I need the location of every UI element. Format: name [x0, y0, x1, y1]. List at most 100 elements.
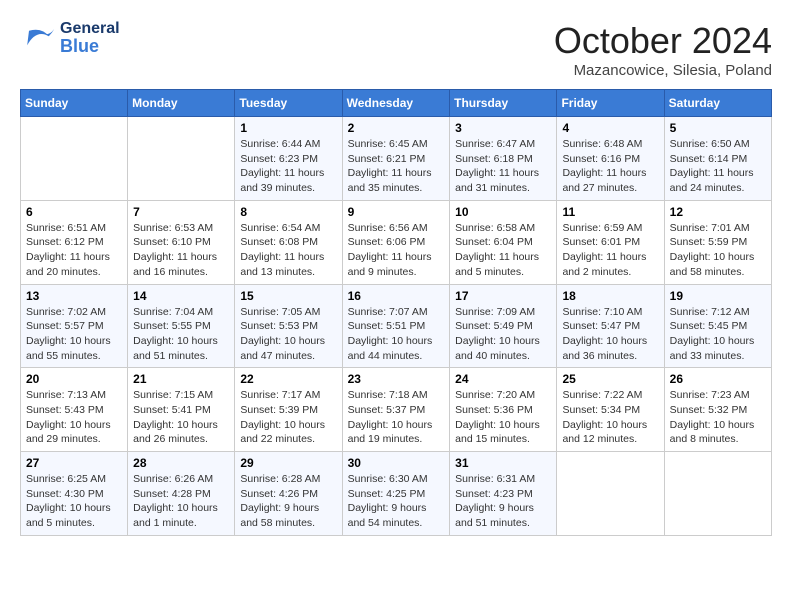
day-number: 30 [348, 456, 445, 470]
calendar-cell: 20 Sunrise: 7:13 AMSunset: 5:43 PMDayligh… [21, 368, 128, 452]
calendar-cell: 21 Sunrise: 7:15 AMSunset: 5:41 PMDayligh… [128, 368, 235, 452]
day-info: Sunrise: 6:53 AMSunset: 6:10 PMDaylight:… [133, 221, 229, 280]
calendar-week-row: 27Sunrise: 6:25 AMSunset: 4:30 PMDayligh… [21, 452, 772, 536]
day-info: Sunrise: 7:04 AMSunset: 5:55 PMDaylight:… [133, 305, 229, 364]
logo-text: General Blue [60, 21, 120, 55]
day-info: Sunrise: 7:01 AMSunset: 5:59 PMDaylight:… [670, 221, 766, 280]
day-number: 6 [26, 205, 122, 219]
calendar-cell: 9 Sunrise: 6:56 AMSunset: 6:06 PMDaylight… [342, 200, 450, 284]
calendar-cell: 6Sunrise: 6:51 AMSunset: 6:12 PMDaylight… [21, 200, 128, 284]
calendar-cell [21, 117, 128, 201]
page-header: General Blue October 2024 Mazancowice, S… [20, 20, 772, 79]
day-number: 11 [562, 205, 658, 219]
day-info: Sunrise: 6:26 AMSunset: 4:28 PMDaylight:… [133, 472, 229, 531]
calendar-cell: 25 Sunrise: 7:22 AMSunset: 5:34 PMDayligh… [557, 368, 664, 452]
day-number: 7 [133, 205, 229, 219]
day-of-week-header: Tuesday [235, 90, 342, 117]
calendar-week-row: 6Sunrise: 6:51 AMSunset: 6:12 PMDaylight… [21, 200, 772, 284]
day-info: Sunrise: 7:07 AMSunset: 5:51 PMDaylight:… [348, 305, 445, 364]
day-number: 28 [133, 456, 229, 470]
day-info: Sunrise: 7:20 AMSunset: 5:36 PMDaylight:… [455, 388, 551, 447]
logo-blue-text: Blue [60, 37, 120, 55]
day-info: Sunrise: 6:54 AMSunset: 6:08 PMDaylight:… [240, 221, 336, 280]
calendar-cell: 22Sunrise: 7:17 AMSunset: 5:39 PMDayligh… [235, 368, 342, 452]
day-info: Sunrise: 6:47 AMSunset: 6:18 PMDaylight:… [455, 137, 551, 196]
day-number: 12 [670, 205, 766, 219]
logo: General Blue [20, 20, 120, 56]
day-info: Sunrise: 7:22 AMSunset: 5:34 PMDaylight:… [562, 388, 658, 447]
day-number: 4 [562, 121, 658, 135]
calendar-cell: 24 Sunrise: 7:20 AMSunset: 5:36 PMDayligh… [450, 368, 557, 452]
calendar-cell: 30Sunrise: 6:30 AMSunset: 4:25 PMDayligh… [342, 452, 450, 536]
day-number: 17 [455, 289, 551, 303]
calendar-cell: 31Sunrise: 6:31 AMSunset: 4:23 PMDayligh… [450, 452, 557, 536]
calendar-cell: 8 Sunrise: 6:54 AMSunset: 6:08 PMDaylight… [235, 200, 342, 284]
day-number: 15 [240, 289, 336, 303]
day-number: 19 [670, 289, 766, 303]
calendar-table: SundayMondayTuesdayWednesdayThursdayFrid… [20, 89, 772, 536]
day-of-week-header: Saturday [664, 90, 771, 117]
day-info: Sunrise: 6:59 AMSunset: 6:01 PMDaylight:… [562, 221, 658, 280]
day-number: 13 [26, 289, 122, 303]
day-number: 3 [455, 121, 551, 135]
day-info: Sunrise: 6:58 AMSunset: 6:04 PMDaylight:… [455, 221, 551, 280]
day-number: 20 [26, 372, 122, 386]
title-block: October 2024 Mazancowice, Silesia, Polan… [554, 20, 772, 79]
day-of-week-header: Sunday [21, 90, 128, 117]
calendar-cell: 11 Sunrise: 6:59 AMSunset: 6:01 PMDayligh… [557, 200, 664, 284]
month-title: October 2024 [554, 20, 772, 62]
day-info: Sunrise: 6:25 AMSunset: 4:30 PMDaylight:… [26, 472, 122, 531]
calendar-cell: 17 Sunrise: 7:09 AMSunset: 5:49 PMDayligh… [450, 284, 557, 368]
calendar-cell: 19Sunrise: 7:12 AMSunset: 5:45 PMDayligh… [664, 284, 771, 368]
day-number: 29 [240, 456, 336, 470]
calendar-cell: 29 Sunrise: 6:28 AMSunset: 4:26 PMDayligh… [235, 452, 342, 536]
day-number: 14 [133, 289, 229, 303]
day-info: Sunrise: 7:05 AMSunset: 5:53 PMDaylight:… [240, 305, 336, 364]
calendar-header-row: SundayMondayTuesdayWednesdayThursdayFrid… [21, 90, 772, 117]
day-info: Sunrise: 6:56 AMSunset: 6:06 PMDaylight:… [348, 221, 445, 280]
day-of-week-header: Thursday [450, 90, 557, 117]
calendar-cell: 4Sunrise: 6:48 AMSunset: 6:16 PMDaylight… [557, 117, 664, 201]
logo-general-text: General [60, 21, 120, 37]
calendar-cell: 15 Sunrise: 7:05 AMSunset: 5:53 PMDayligh… [235, 284, 342, 368]
logo-icon [20, 20, 56, 56]
day-number: 21 [133, 372, 229, 386]
day-number: 25 [562, 372, 658, 386]
day-number: 10 [455, 205, 551, 219]
calendar-cell: 13Sunrise: 7:02 AMSunset: 5:57 PMDayligh… [21, 284, 128, 368]
calendar-cell: 18Sunrise: 7:10 AMSunset: 5:47 PMDayligh… [557, 284, 664, 368]
location-text: Mazancowice, Silesia, Poland [554, 62, 772, 79]
calendar-week-row: 20 Sunrise: 7:13 AMSunset: 5:43 PMDayligh… [21, 368, 772, 452]
day-info: Sunrise: 7:23 AMSunset: 5:32 PMDaylight:… [670, 388, 766, 447]
day-number: 23 [348, 372, 445, 386]
day-info: Sunrise: 7:10 AMSunset: 5:47 PMDaylight:… [562, 305, 658, 364]
day-number: 26 [670, 372, 766, 386]
day-number: 9 [348, 205, 445, 219]
day-info: Sunrise: 7:09 AMSunset: 5:49 PMDaylight:… [455, 305, 551, 364]
day-of-week-header: Monday [128, 90, 235, 117]
day-info: Sunrise: 7:17 AMSunset: 5:39 PMDaylight:… [240, 388, 336, 447]
calendar-cell: 2Sunrise: 6:45 AMSunset: 6:21 PMDaylight… [342, 117, 450, 201]
day-of-week-header: Wednesday [342, 90, 450, 117]
day-info: Sunrise: 7:15 AMSunset: 5:41 PMDaylight:… [133, 388, 229, 447]
calendar-week-row: 13Sunrise: 7:02 AMSunset: 5:57 PMDayligh… [21, 284, 772, 368]
day-number: 24 [455, 372, 551, 386]
calendar-cell: 12 Sunrise: 7:01 AMSunset: 5:59 PMDayligh… [664, 200, 771, 284]
calendar-cell: 1Sunrise: 6:44 AMSunset: 6:23 PMDaylight… [235, 117, 342, 201]
calendar-cell [664, 452, 771, 536]
day-info: Sunrise: 6:44 AMSunset: 6:23 PMDaylight:… [240, 137, 336, 196]
calendar-cell: 16 Sunrise: 7:07 AMSunset: 5:51 PMDayligh… [342, 284, 450, 368]
calendar-cell: 27Sunrise: 6:25 AMSunset: 4:30 PMDayligh… [21, 452, 128, 536]
calendar-cell: 7 Sunrise: 6:53 AMSunset: 6:10 PMDaylight… [128, 200, 235, 284]
calendar-week-row: 1Sunrise: 6:44 AMSunset: 6:23 PMDaylight… [21, 117, 772, 201]
day-info: Sunrise: 7:13 AMSunset: 5:43 PMDaylight:… [26, 388, 122, 447]
calendar-cell: 26 Sunrise: 7:23 AMSunset: 5:32 PMDayligh… [664, 368, 771, 452]
day-number: 5 [670, 121, 766, 135]
day-info: Sunrise: 6:50 AMSunset: 6:14 PMDaylight:… [670, 137, 766, 196]
day-info: Sunrise: 6:31 AMSunset: 4:23 PMDaylight:… [455, 472, 551, 531]
day-info: Sunrise: 6:45 AMSunset: 6:21 PMDaylight:… [348, 137, 445, 196]
day-info: Sunrise: 6:28 AMSunset: 4:26 PMDaylight:… [240, 472, 336, 531]
day-number: 16 [348, 289, 445, 303]
day-number: 8 [240, 205, 336, 219]
day-info: Sunrise: 7:18 AMSunset: 5:37 PMDaylight:… [348, 388, 445, 447]
